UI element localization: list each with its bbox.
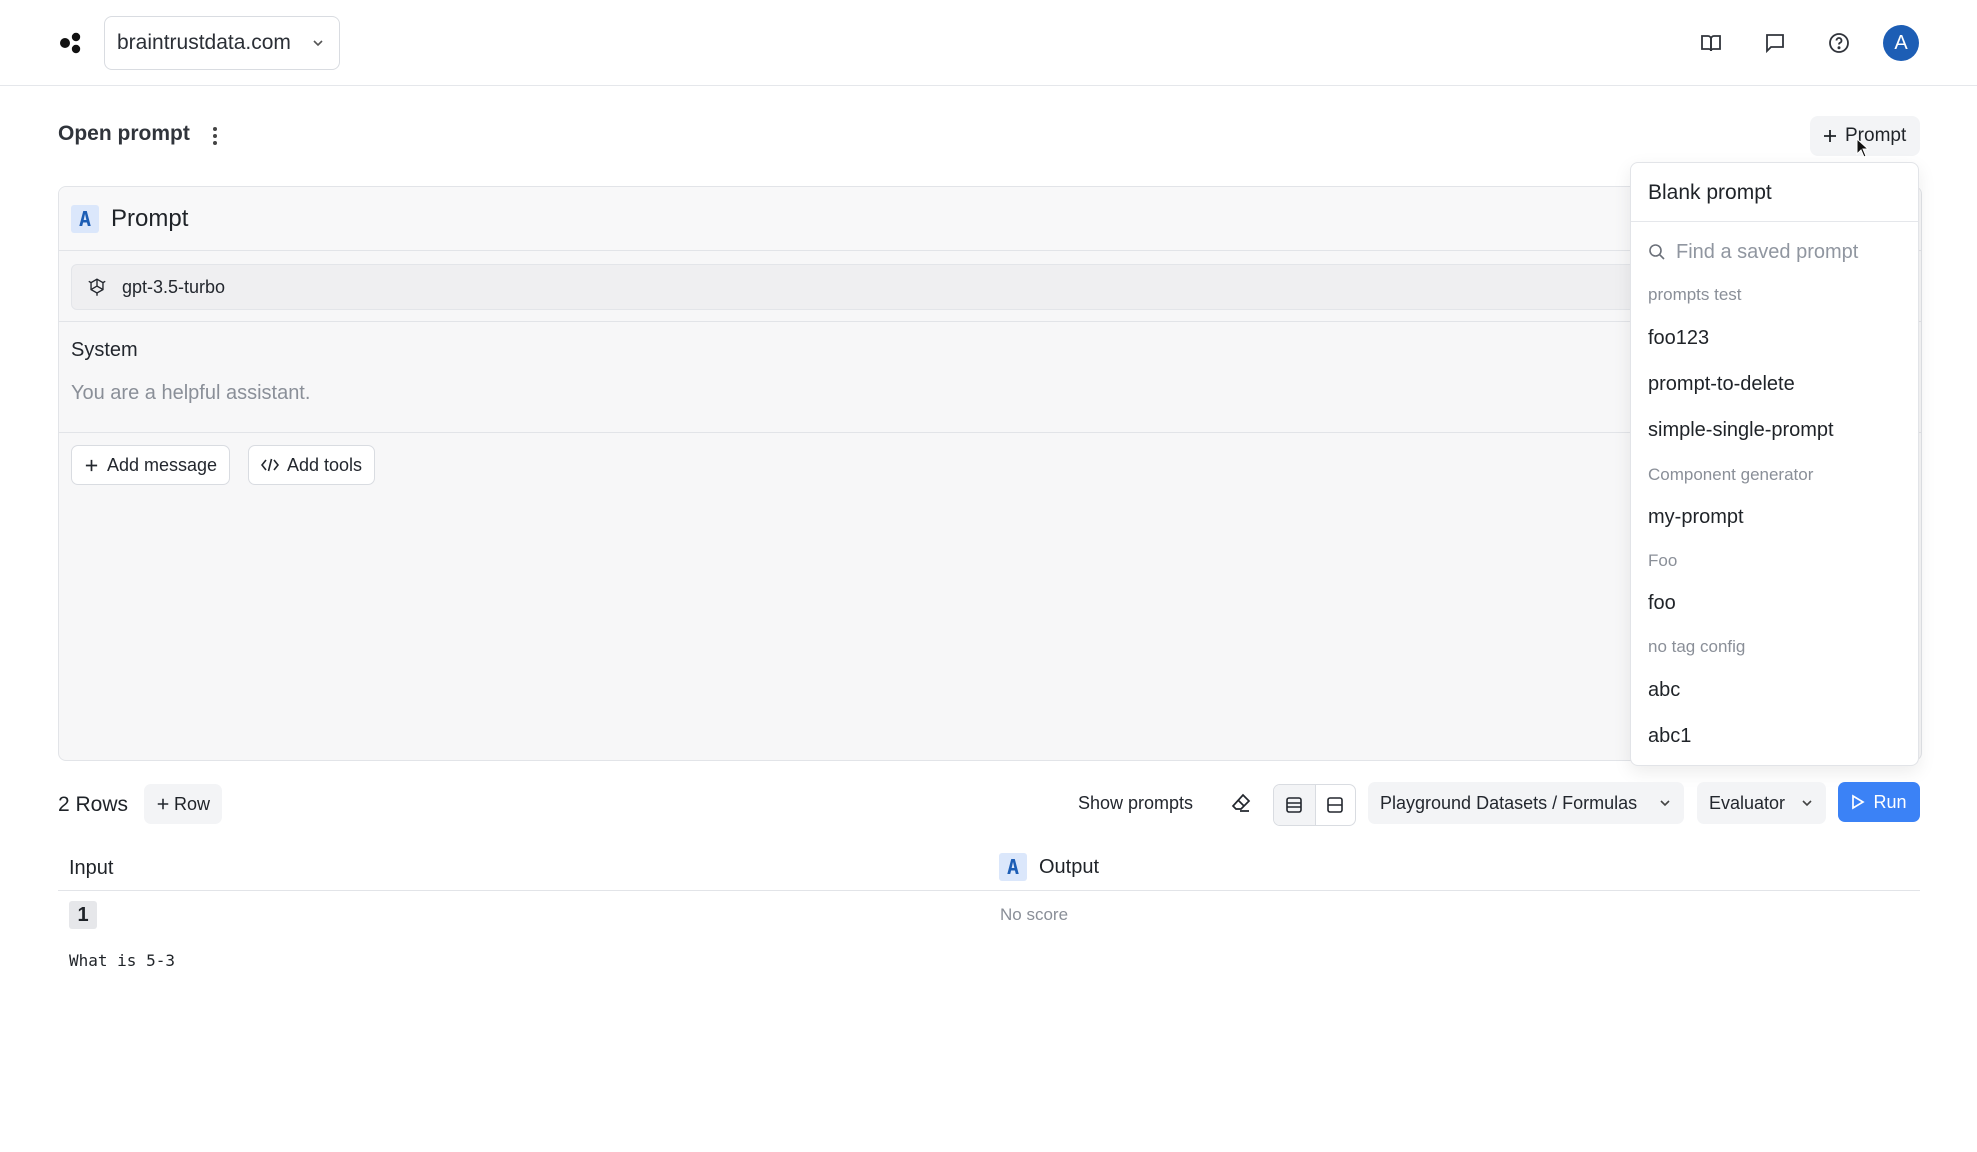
add-message-button[interactable]: Add message (71, 445, 231, 485)
feedback-chat-icon[interactable] (1754, 22, 1796, 64)
braintrust-logo-icon[interactable] (58, 30, 84, 56)
prompt-badge: A (71, 204, 99, 233)
column-header-input[interactable]: Input (69, 857, 113, 880)
system-message-input[interactable]: You are a helpful assistant. (71, 382, 310, 405)
saved-prompt-item[interactable]: abc (1648, 679, 1680, 702)
layout-toggle (1273, 784, 1356, 826)
group-label: Component generator (1648, 465, 1814, 484)
add-row-label: Row (173, 793, 210, 814)
add-prompt-label: Prompt (1845, 125, 1907, 146)
output-badge: A (999, 853, 1027, 881)
top-bar: braintrustdata.com A (0, 0, 1977, 86)
saved-prompt-item[interactable]: prompt-to-delete (1648, 373, 1795, 396)
more-options-icon[interactable] (204, 124, 226, 148)
add-message-label: Add message (107, 454, 218, 475)
user-avatar[interactable]: A (1880, 22, 1922, 64)
show-prompts-toggle[interactable]: Show prompts (1078, 793, 1193, 814)
play-icon (1851, 794, 1866, 810)
rows-count: 2 Rows (58, 793, 129, 816)
prompt-title[interactable]: Prompt (111, 205, 188, 233)
output-score: No score (1000, 905, 1069, 924)
add-tools-label: Add tools (287, 454, 363, 475)
run-button[interactable]: Run (1838, 782, 1920, 822)
mouse-cursor-icon (1856, 138, 1870, 158)
search-icon (1648, 243, 1666, 261)
openai-logo-icon (86, 276, 108, 298)
system-message-label: System (71, 339, 138, 361)
prompt-dropdown-menu: Blank prompt prompts test foo123 prompt-… (1630, 162, 1919, 766)
avatar-initial: A (1883, 25, 1919, 61)
help-icon[interactable] (1818, 22, 1860, 64)
saved-prompt-item[interactable]: abc1 (1648, 725, 1691, 748)
chevron-down-icon (1658, 796, 1672, 810)
list-view-icon[interactable] (1274, 785, 1315, 825)
evaluator-select[interactable]: Evaluator (1697, 782, 1826, 824)
grid-view-icon[interactable] (1314, 785, 1356, 825)
page-title: Open prompt (58, 122, 190, 145)
docs-book-icon[interactable] (1690, 22, 1732, 64)
divider (58, 890, 1920, 891)
saved-prompt-item[interactable]: my-prompt (1648, 506, 1744, 529)
group-label: Foo (1648, 551, 1678, 570)
group-label: no tag config (1648, 637, 1746, 656)
search-input[interactable] (1676, 240, 1896, 264)
plus-icon (156, 797, 170, 811)
code-icon (261, 457, 279, 473)
blank-prompt-option[interactable]: Blank prompt (1648, 181, 1772, 205)
org-name: braintrustdata.com (117, 31, 291, 54)
column-header-output[interactable]: A Output (999, 853, 1099, 881)
plus-icon (84, 458, 99, 473)
model-name: gpt-3.5-turbo (122, 276, 226, 297)
evaluator-select-value: Evaluator (1709, 792, 1786, 813)
run-label: Run (1873, 791, 1907, 812)
row-input-text[interactable]: What is 5-3 (69, 951, 175, 970)
output-label: Output (1039, 855, 1100, 878)
saved-prompt-search (1648, 235, 1908, 269)
dataset-select[interactable]: Playground Datasets / Formulas (1368, 782, 1684, 824)
chevron-down-icon (311, 36, 325, 50)
group-label: prompts test (1648, 285, 1742, 304)
saved-prompt-item[interactable]: simple-single-prompt (1648, 419, 1834, 442)
saved-prompt-item[interactable]: foo (1648, 592, 1676, 615)
add-row-button[interactable]: Row (144, 784, 222, 824)
plus-icon (1822, 128, 1838, 144)
saved-prompt-item[interactable]: foo123 (1648, 327, 1709, 350)
divider (1631, 221, 1918, 222)
chevron-down-icon (1800, 796, 1814, 810)
eraser-icon[interactable] (1230, 792, 1252, 814)
add-tools-button[interactable]: Add tools (248, 445, 376, 485)
dataset-select-value: Playground Datasets / Formulas (1380, 792, 1638, 813)
org-selector[interactable]: braintrustdata.com (104, 16, 340, 70)
row-number: 1 (69, 901, 97, 929)
